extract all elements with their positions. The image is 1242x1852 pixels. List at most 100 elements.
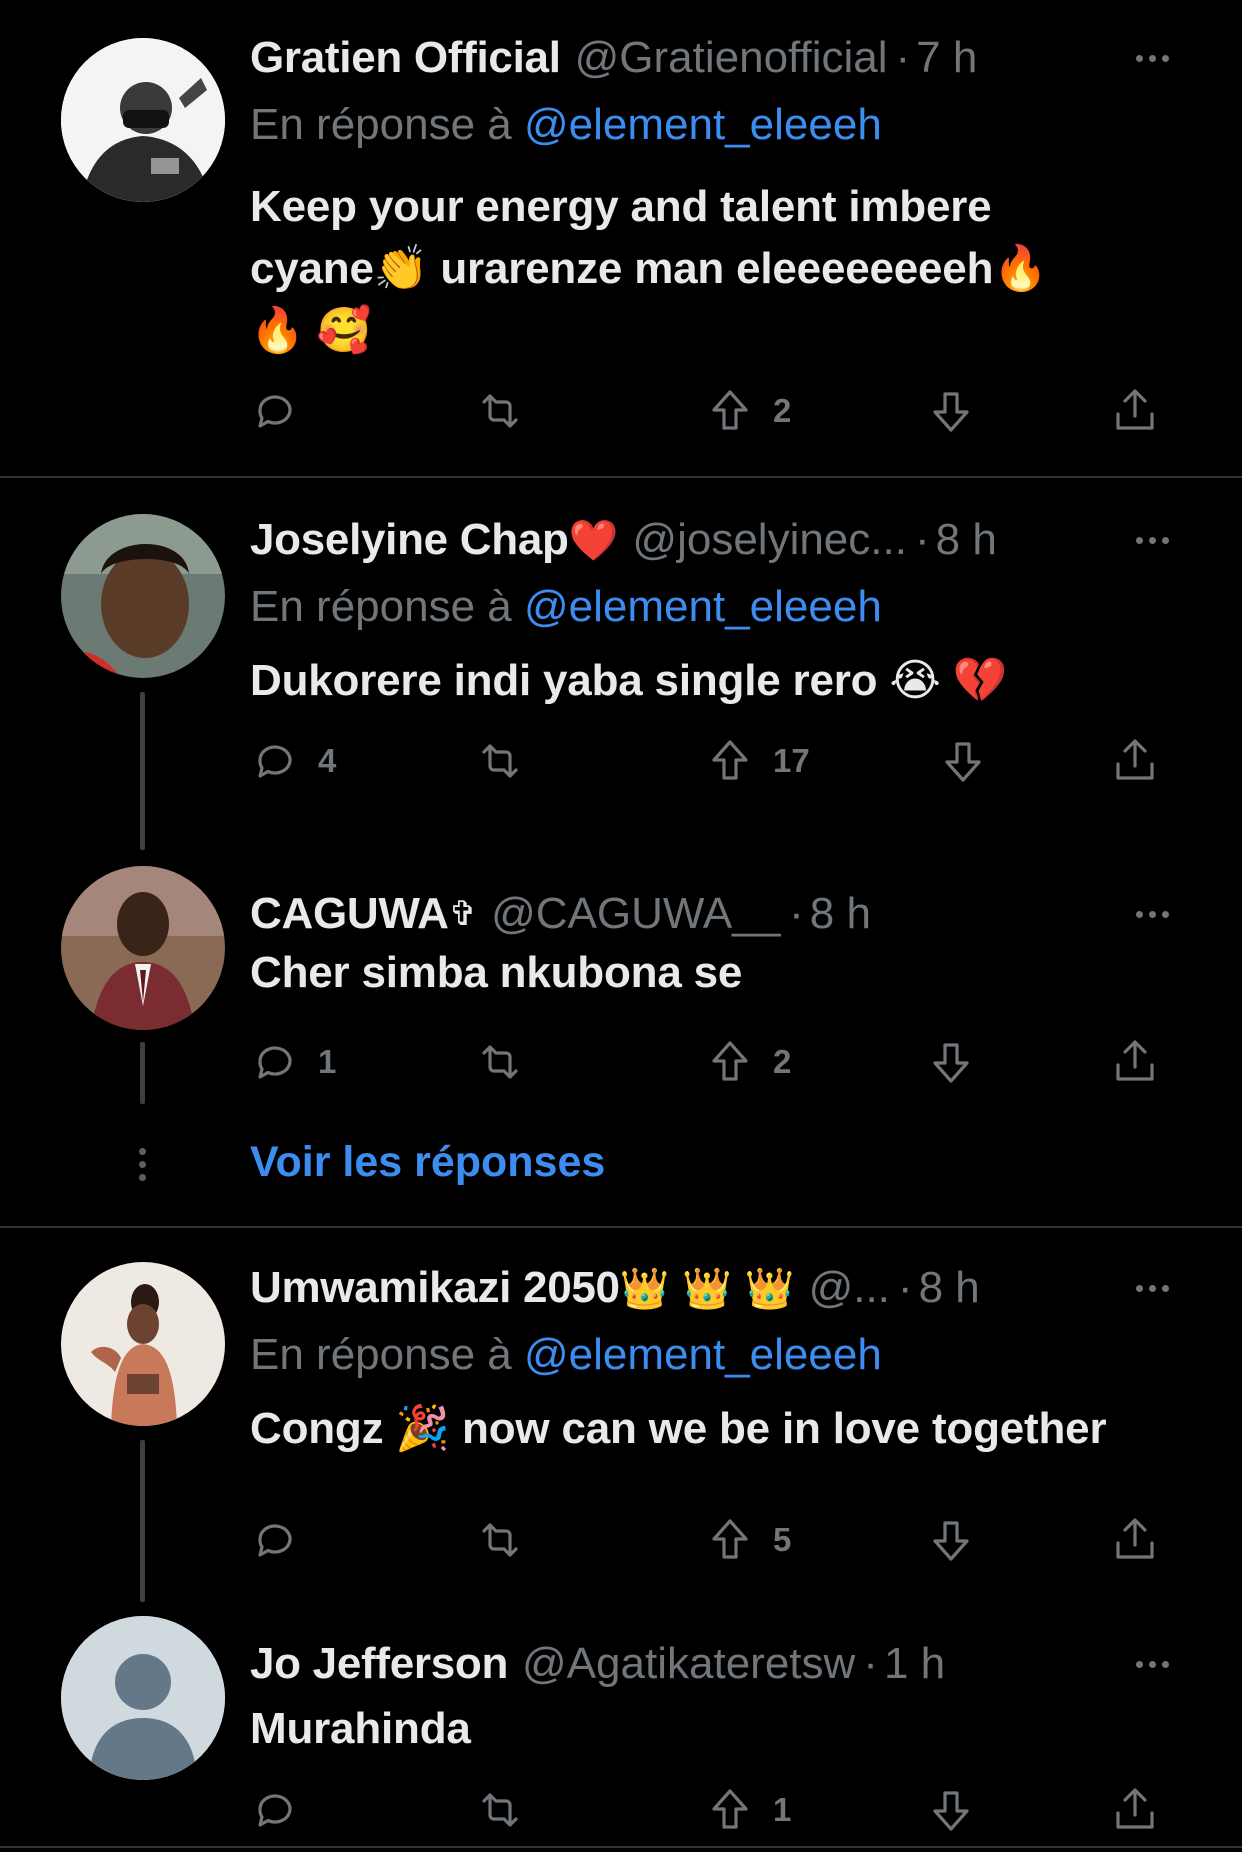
upvote-button[interactable]: 5	[705, 1510, 791, 1570]
more-options-icon[interactable]	[1122, 1636, 1182, 1692]
tweet[interactable]: Umwamikazi 2050 👑 👑 👑 @... · 8 h En répo…	[0, 1228, 1242, 1608]
author-name[interactable]: Joselyine Chap	[250, 515, 569, 565]
timestamp[interactable]: 7 h	[916, 33, 977, 83]
downvote-button[interactable]	[926, 1510, 976, 1570]
share-button[interactable]	[1110, 731, 1160, 791]
more-options-icon[interactable]	[1122, 1260, 1182, 1316]
upvote-icon	[712, 1789, 748, 1829]
author-handle[interactable]: @CAGUWA__	[491, 889, 781, 939]
timestamp[interactable]: 8 h	[919, 1263, 980, 1313]
retweet-icon	[482, 1793, 518, 1827]
separator-dot: ·	[863, 1639, 878, 1688]
retweet-icon	[482, 1045, 518, 1079]
retweet-button[interactable]	[475, 1780, 543, 1840]
upvote-icon	[712, 390, 748, 430]
avatar[interactable]	[61, 514, 225, 678]
avatar[interactable]	[61, 1616, 225, 1780]
downvote-button[interactable]	[926, 1780, 976, 1840]
upvote-icon	[712, 740, 748, 780]
tweet-text-line: Murahinda	[250, 1704, 471, 1753]
upvote-count: 2	[773, 1043, 792, 1080]
avatar[interactable]	[61, 866, 225, 1030]
reply-icon	[258, 395, 292, 428]
name-emoji: ✞	[448, 894, 478, 934]
author-name[interactable]: Jo Jefferson	[250, 1639, 508, 1689]
action-bar: 2	[250, 381, 1180, 441]
reply-mention-link[interactable]: @element_eleeeh	[524, 582, 882, 631]
upvote-button[interactable]: 1	[705, 1780, 791, 1840]
share-icon	[1116, 1788, 1154, 1829]
timestamp[interactable]: 8 h	[936, 515, 997, 565]
author-handle[interactable]: @...	[809, 1263, 890, 1313]
avatar[interactable]	[61, 1262, 225, 1426]
separator-dot: ·	[789, 889, 804, 938]
retweet-button[interactable]	[475, 731, 543, 791]
more-options-icon[interactable]	[1122, 512, 1182, 568]
reply-prefix: En réponse à	[250, 582, 512, 631]
upvote-button[interactable]: 2	[705, 381, 791, 441]
author-handle[interactable]: @Agatikateretsw	[522, 1639, 855, 1689]
downvote-button[interactable]	[926, 381, 976, 441]
tweet[interactable]: Gratien Official @Gratienofficial · 7 h …	[0, 0, 1242, 476]
share-button[interactable]	[1110, 381, 1160, 441]
thread-continuation-dots	[139, 1148, 147, 1187]
share-icon	[1116, 739, 1154, 780]
tweet-text-line: Congz 🎉 now can we be in love together	[250, 1404, 1107, 1453]
action-bar: 4 17	[250, 731, 1180, 791]
author-handle[interactable]: @joselyinec...	[632, 515, 907, 565]
reply-mention-link[interactable]: @element_eleeeh	[524, 1330, 882, 1379]
show-replies-link[interactable]: Voir les réponses	[250, 1138, 605, 1187]
retweet-button[interactable]	[475, 1510, 543, 1570]
reply-context: En réponse à @element_eleeeh	[250, 582, 882, 632]
reply-button[interactable]: 4	[250, 731, 336, 791]
retweet-button[interactable]	[475, 1032, 543, 1092]
more-options-icon[interactable]	[1122, 886, 1182, 942]
separator-dot: ·	[914, 515, 930, 564]
reply-mention-link[interactable]: @element_eleeeh	[524, 100, 882, 149]
downvote-icon	[933, 392, 969, 432]
reply-icon	[258, 1794, 292, 1827]
upvote-button[interactable]: 2	[705, 1032, 791, 1092]
upvote-count: 1	[773, 1791, 792, 1828]
more-options-icon[interactable]	[1122, 30, 1182, 86]
reply-icon	[258, 745, 292, 778]
separator-dot: ·	[895, 33, 911, 82]
tweet-text-line: Cher simba nkubona se	[250, 948, 743, 997]
retweet-icon	[482, 744, 518, 778]
reply-button[interactable]	[250, 381, 318, 441]
downvote-button[interactable]	[926, 1032, 976, 1092]
share-button[interactable]	[1110, 1780, 1160, 1840]
timestamp[interactable]: 8 h	[810, 889, 871, 939]
timestamp[interactable]: 1 h	[884, 1639, 945, 1689]
tweet[interactable]: Jo Jefferson @Agatikateretsw · 1 h Murah…	[0, 1600, 1242, 1852]
tweet[interactable]: CAGUWA ✞ @CAGUWA__ · 8 h Cher simba nkub…	[0, 862, 1242, 1102]
author-handle[interactable]: @Gratienofficial	[575, 33, 888, 83]
share-icon	[1116, 389, 1154, 430]
avatar[interactable]	[61, 38, 225, 202]
reply-button[interactable]: 1	[250, 1032, 336, 1092]
tweet[interactable]: Joselyine Chap ❤️ @joselyinec... · 8 h E…	[0, 478, 1242, 868]
share-button[interactable]	[1110, 1032, 1160, 1092]
upvote-icon	[712, 1041, 748, 1081]
share-button[interactable]	[1110, 1510, 1160, 1570]
upvote-button[interactable]: 17	[705, 731, 810, 791]
reply-context: En réponse à @element_eleeeh	[250, 100, 882, 150]
reply-context: En réponse à @element_eleeeh	[250, 1330, 882, 1380]
author-name[interactable]: Gratien Official	[250, 33, 561, 83]
reply-button[interactable]	[250, 1780, 318, 1840]
author-name[interactable]: Umwamikazi 2050	[250, 1263, 620, 1313]
tweet-text-line: Dukorere indi yaba single rero 😭 💔	[250, 656, 1008, 705]
author-name[interactable]: CAGUWA	[250, 889, 449, 939]
upvote-count: 5	[773, 1521, 792, 1558]
reply-icon	[258, 1046, 292, 1079]
downvote-icon	[945, 742, 981, 782]
retweet-button[interactable]	[475, 381, 543, 441]
retweet-icon	[482, 1523, 518, 1557]
tweet-text-line: cyane👏 urarenze man eleeeeeeeeh🔥	[250, 244, 1048, 293]
action-bar: 5	[250, 1510, 1180, 1570]
tweet-text-line: 🔥 🥰	[250, 306, 372, 355]
reply-button[interactable]	[250, 1510, 318, 1570]
name-emoji: 👑 👑 👑	[619, 1265, 795, 1312]
downvote-button[interactable]	[938, 731, 988, 791]
retweet-icon	[482, 394, 518, 428]
